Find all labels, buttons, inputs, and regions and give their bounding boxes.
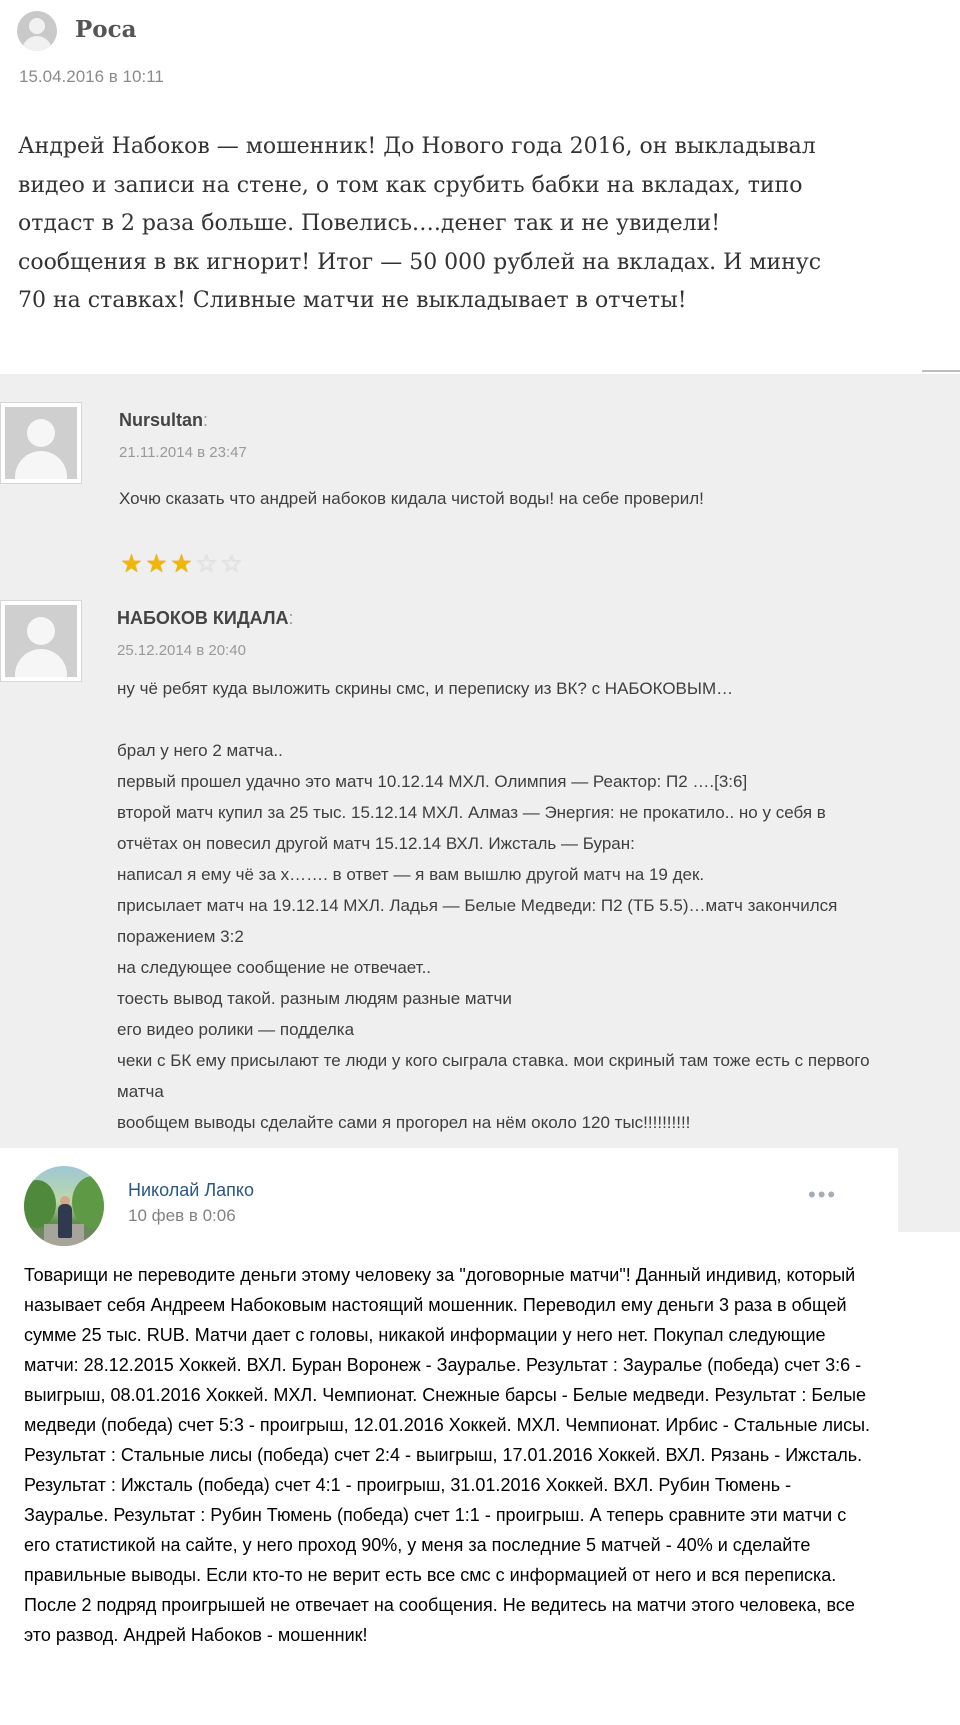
post-date-link[interactable]: 10 фев в 0:06 — [128, 1206, 236, 1226]
star-filled-icon[interactable]: ★ — [169, 550, 194, 578]
avatar-placeholder-icon — [0, 402, 82, 484]
comment-line: тоесть вывод такой. разным людям разные … — [117, 989, 512, 1008]
star-empty-icon[interactable]: ☆ — [219, 550, 244, 578]
comment-author-name[interactable]: НАБОКОВ КИДАЛА — [117, 608, 289, 628]
comment-line: присылает матч на 19.12.14 МХЛ. Ладья — … — [117, 896, 838, 915]
comment-text: Андрей Набоков — мошенник! До Нового год… — [18, 134, 822, 313]
comment-author[interactable]: Роса — [75, 16, 137, 43]
post-author-link[interactable]: Николай Лапко — [128, 1180, 254, 1201]
comment-date[interactable]: 15.04.2016 в 10:11 — [19, 67, 164, 87]
comment-line: его видео ролики — подделка — [117, 1020, 355, 1039]
comment-date: 25.12.2014 в 20:40 — [117, 642, 246, 659]
comment-author[interactable]: Nursultan: — [119, 410, 208, 431]
comment-line: на следующее сообщение не отвечает.. — [117, 958, 432, 977]
post-text: Товарищи не переводите деньги этому чело… — [24, 1265, 871, 1645]
comment-line: второй матч купил за 25 тыс. 15.12.14 МХ… — [117, 803, 826, 822]
vk-post: Николай Лапко 10 фев в 0:06 ••• Товарищи… — [0, 1148, 898, 1725]
comment-author-name[interactable]: Nursultan — [119, 410, 203, 430]
comment-line: чеки с БК ему присылают те люди у кого с… — [117, 1051, 870, 1070]
comment-line: первый прошел удачно это матч 10.12.14 М… — [117, 772, 748, 791]
author-colon: : — [203, 410, 209, 430]
star-rating[interactable]: ★ ★ ★ ☆ ☆ — [119, 550, 244, 578]
comment-line: отчётах он повесил другой матч 15.12.14 … — [117, 834, 635, 853]
star-empty-icon[interactable]: ☆ — [194, 550, 219, 578]
comment-line — [117, 704, 957, 735]
comment-author[interactable]: НАБОКОВ КИДАЛА: — [117, 608, 294, 629]
comment-roca: Роса 15.04.2016 в 10:11 Андрей Набоков —… — [0, 0, 960, 372]
comment-date: 21.11.2014 в 23:47 — [119, 444, 247, 461]
comment-text: Хочю сказать что андрей набоков кидала ч… — [119, 489, 704, 508]
comment-line: ну чё ребят куда выложить скрины смс, и … — [117, 679, 734, 698]
more-options-icon[interactable]: ••• — [808, 1182, 837, 1208]
star-filled-icon[interactable]: ★ — [144, 550, 169, 578]
divider — [922, 370, 960, 372]
grey-comments-section: Nursultan: 21.11.2014 в 23:47 Хочю сказа… — [0, 374, 960, 1232]
avatar-placeholder-icon — [0, 600, 82, 682]
comment-line: брал у него 2 матча.. — [117, 741, 283, 760]
comment-line: матча — [117, 1082, 164, 1101]
background-strip — [898, 1148, 960, 1228]
author-colon: : — [288, 608, 294, 628]
comment-text: ну чё ребят куда выложить скрины смс, и … — [117, 673, 957, 1138]
avatar-placeholder-icon — [17, 11, 57, 51]
comment-line: написал я ему чё за х……. в ответ — я вам… — [117, 865, 705, 884]
avatar[interactable] — [24, 1166, 104, 1246]
comment-line: вообщем выводы сделайте сами я прогорел … — [117, 1113, 691, 1132]
comment-line: поражением 3:2 — [117, 927, 244, 946]
star-filled-icon[interactable]: ★ — [119, 550, 144, 578]
rating-caption-cut — [119, 581, 419, 585]
